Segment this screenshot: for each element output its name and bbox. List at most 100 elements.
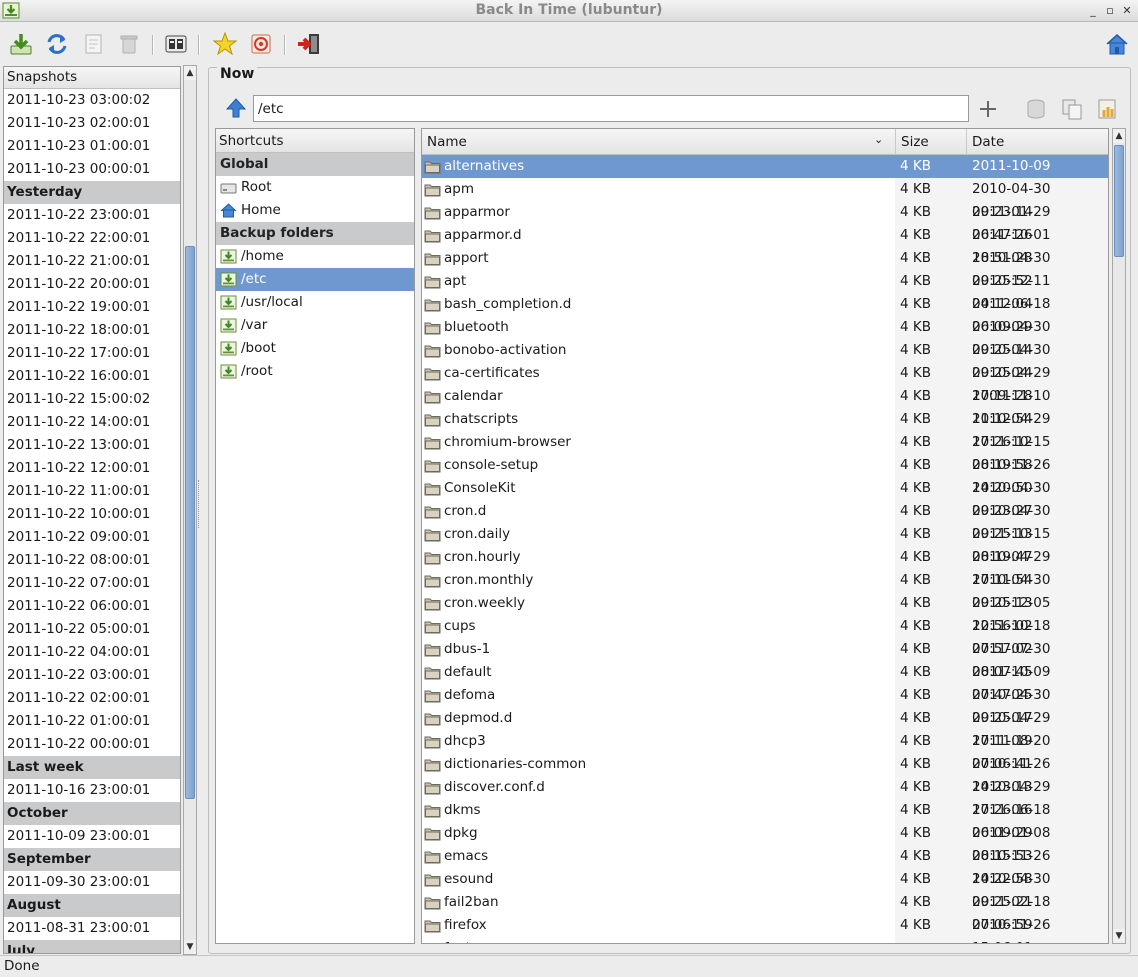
snapshot-item[interactable]: 2011-10-22 21:00:01 — [4, 250, 180, 273]
snapshot-item[interactable]: 2011-10-22 05:00:01 — [4, 618, 180, 641]
remove-snapshot-icon[interactable] — [116, 31, 142, 57]
file-row[interactable]: cron.monthly 4 KB 2010-04-30 09:25:13 — [422, 569, 1108, 611]
scroll-down-icon[interactable]: ▼ — [184, 940, 196, 954]
shortcut-item[interactable]: /home — [216, 245, 414, 268]
shortcut-item[interactable]: /usr/local — [216, 291, 414, 314]
view-hidden-icon[interactable] — [1095, 96, 1121, 122]
shortcut-item[interactable]: Home — [216, 199, 414, 222]
snapshot-group-header[interactable]: October — [4, 802, 180, 825]
file-row[interactable]: dkms 4 KB 2011-06-18 06:09:29 — [422, 799, 1108, 841]
restore-icon[interactable] — [1023, 96, 1049, 122]
snapshot-item[interactable]: 2011-10-22 00:00:01 — [4, 733, 180, 756]
path-input[interactable] — [253, 95, 969, 122]
snapshot-group-header[interactable]: July — [4, 940, 180, 953]
snapshot-item[interactable]: 2011-10-22 06:00:01 — [4, 595, 180, 618]
file-row[interactable]: discover.conf.d 4 KB 2010-04-29 17:26:16 — [422, 776, 1108, 818]
snapshot-item[interactable]: 2011-10-23 00:00:01 — [4, 158, 180, 181]
close-button[interactable]: ✕ — [1119, 3, 1135, 19]
shortcut-item[interactable]: Root — [216, 176, 414, 199]
file-row[interactable]: apport 4 KB 2010-04-30 09:25:52 — [422, 247, 1108, 289]
edit-icon[interactable] — [81, 31, 107, 57]
file-row[interactable]: dhcp3 4 KB 2011-08-20 07:06:41 — [422, 730, 1108, 772]
shortcuts-header[interactable]: Shortcuts — [216, 129, 414, 153]
column-date[interactable]: Date — [966, 129, 1108, 155]
file-row[interactable]: default 4 KB 2011-10-09 07:47:25 — [422, 661, 1108, 703]
snapshot-item[interactable]: 2011-10-22 11:00:01 — [4, 480, 180, 503]
exit-icon[interactable] — [296, 31, 322, 57]
file-row[interactable]: emacs 4 KB 2010-11-26 14:22:58 — [422, 845, 1108, 887]
file-row[interactable]: bluetooth 4 KB 2010-04-30 09:25:14 — [422, 316, 1108, 358]
snapshot-item[interactable]: 2011-08-31 23:00:01 — [4, 917, 180, 940]
snapshot-item[interactable]: 2011-10-09 23:00:01 — [4, 825, 180, 848]
snapshot-group-header[interactable]: August — [4, 894, 180, 917]
snapshots-header[interactable]: Snapshots — [4, 67, 180, 89]
snapshot-item[interactable]: 2011-10-22 22:00:01 — [4, 227, 180, 250]
snapshot-item[interactable]: 2011-10-22 03:00:01 — [4, 664, 180, 687]
shortcut-item[interactable]: /boot — [216, 337, 414, 360]
refresh-icon[interactable] — [44, 31, 70, 57]
compare-icon[interactable] — [163, 31, 189, 57]
snapshot-item[interactable]: 2011-10-22 08:00:01 — [4, 549, 180, 572]
file-row[interactable]: apm 4 KB 2010-04-30 09:23:14 — [422, 178, 1108, 220]
file-row[interactable]: ca-certificates 4 KB 2010-04-29 17:11:28 — [422, 362, 1108, 404]
copy-icon[interactable] — [1059, 96, 1085, 122]
column-name[interactable]: Name — [422, 129, 895, 155]
snapshot-item[interactable]: 2011-10-22 13:00:01 — [4, 434, 180, 457]
home-icon[interactable] — [1104, 31, 1130, 57]
scroll-up-icon[interactable]: ▲ — [1113, 129, 1125, 143]
snapshot-item[interactable]: 2011-10-22 14:00:01 — [4, 411, 180, 434]
snapshot-item[interactable]: 2011-09-30 23:00:01 — [4, 871, 180, 894]
snapshot-item[interactable]: 2011-10-23 03:00:02 — [4, 89, 180, 112]
file-row[interactable]: dpkg 4 KB 2011-01-08 08:15:53 — [422, 822, 1108, 864]
file-row[interactable]: apparmor 4 KB 2011-01-29 06:47:26 — [422, 201, 1108, 243]
snapshots-scrollbar[interactable]: ▲ ▼ — [183, 65, 197, 955]
up-arrow-icon[interactable] — [224, 96, 248, 120]
sort-chevron-icon[interactable]: ⌄ — [874, 133, 883, 146]
snapshot-item[interactable]: 2011-10-22 18:00:01 — [4, 319, 180, 342]
take-snapshot-icon[interactable] — [8, 31, 34, 57]
file-row[interactable]: fonts — [422, 937, 1108, 943]
file-row[interactable]: cron.d 4 KB 2010-04-30 09:25:13 — [422, 500, 1108, 542]
file-row[interactable]: cron.hourly 4 KB 2010-04-29 17:11:54 — [422, 546, 1108, 588]
file-row[interactable]: esound 4 KB 2010-04-30 09:25:21 — [422, 868, 1108, 910]
file-row[interactable]: apparmor.d 4 KB 2011-10-01 18:51:28 — [422, 224, 1108, 266]
file-row[interactable]: cups 4 KB 2011-10-18 07:57:02 — [422, 615, 1108, 657]
favorites-icon[interactable] — [212, 31, 238, 57]
snapshot-item[interactable]: 2011-10-23 01:00:01 — [4, 135, 180, 158]
snapshot-group-header[interactable]: Yesterday — [4, 181, 180, 204]
file-row[interactable]: apt 4 KB 2010-12-11 04:12:04 — [422, 270, 1108, 312]
minimize-button[interactable]: _ — [1085, 3, 1101, 19]
file-row[interactable]: fail2ban 4 KB 2011-02-18 07:06:59 — [422, 891, 1108, 933]
snapshot-item[interactable]: 2011-10-22 12:00:01 — [4, 457, 180, 480]
scroll-thumb[interactable] — [1114, 145, 1124, 257]
snapshot-item[interactable]: 2011-10-23 02:00:01 — [4, 112, 180, 135]
snapshot-item[interactable]: 2011-10-22 01:00:01 — [4, 710, 180, 733]
file-row[interactable]: dbus-1 4 KB 2011-07-30 08:07:45 — [422, 638, 1108, 680]
file-row[interactable]: cron.daily 4 KB 2011-10-15 08:19:47 — [422, 523, 1108, 565]
snapshot-group-header[interactable]: September — [4, 848, 180, 871]
snapshot-item[interactable]: 2011-10-22 09:00:01 — [4, 526, 180, 549]
shortcut-item[interactable]: /etc — [216, 268, 414, 291]
snapshot-item[interactable]: 2011-10-22 16:00:01 — [4, 365, 180, 388]
file-row[interactable]: alternatives 4 KB 2011-10-09 07:47:23 — [422, 155, 1108, 197]
file-row[interactable]: bonobo-activation 4 KB 2010-04-30 09:25:24 — [422, 339, 1108, 381]
maximize-button[interactable]: ▫ — [1102, 3, 1118, 19]
file-row[interactable]: bash_completion.d 4 KB 2011-06-18 06:09:29 — [422, 293, 1108, 335]
snapshot-group-header[interactable]: Last week — [4, 756, 180, 779]
file-row[interactable]: firefox4 KB2010-11-26 15:06:01 — [422, 914, 1108, 943]
snapshot-item[interactable]: 2011-10-22 20:00:01 — [4, 273, 180, 296]
snapshot-item[interactable]: 2011-10-22 17:00:01 — [4, 342, 180, 365]
help-icon[interactable] — [248, 31, 274, 57]
snapshot-item[interactable]: 2011-10-16 23:00:01 — [4, 779, 180, 802]
snapshot-item[interactable]: 2011-10-22 07:00:01 — [4, 572, 180, 595]
file-row[interactable]: defoma 4 KB 2010-04-30 09:25:17 — [422, 684, 1108, 726]
file-row[interactable]: calendar 4 KB 2009-11-10 11:12:54 — [422, 385, 1108, 427]
file-row[interactable]: dictionaries-common 4 KB 2010-11-26 14:23:… — [422, 753, 1108, 795]
snapshot-item[interactable]: 2011-10-22 19:00:01 — [4, 296, 180, 319]
snapshot-item[interactable]: 2011-10-22 04:00:01 — [4, 641, 180, 664]
snapshot-item[interactable]: 2011-10-22 10:00:01 — [4, 503, 180, 526]
shortcut-item[interactable]: /var — [216, 314, 414, 337]
shortcut-item[interactable]: /root — [216, 360, 414, 383]
snapshot-item[interactable]: 2011-10-22 15:00:02 — [4, 388, 180, 411]
scroll-up-icon[interactable]: ▲ — [184, 66, 196, 80]
